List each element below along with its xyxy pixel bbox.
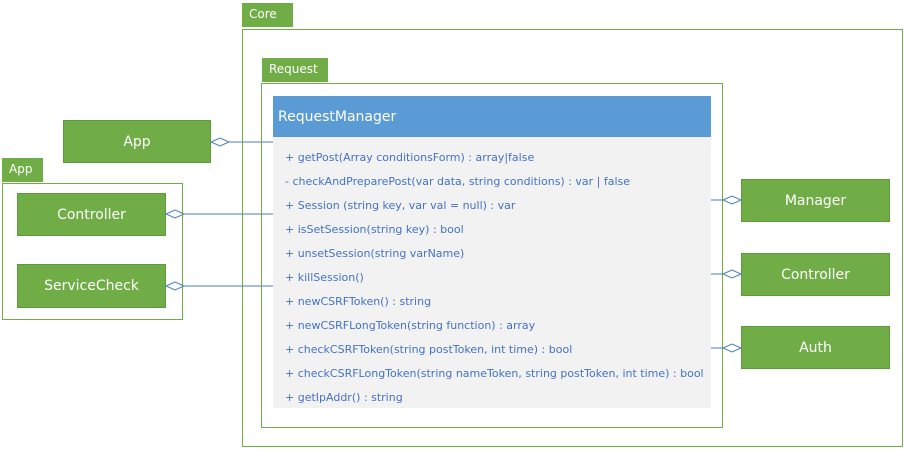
controller-right-aggregation-link <box>711 269 743 279</box>
controller-left-aggregation-link <box>164 209 273 219</box>
manager-aggregation-link <box>711 195 743 205</box>
service-check-aggregation-link <box>164 281 273 291</box>
auth-aggregation-link <box>711 343 743 353</box>
app-aggregation-link <box>209 137 273 147</box>
connectors <box>164 137 743 353</box>
